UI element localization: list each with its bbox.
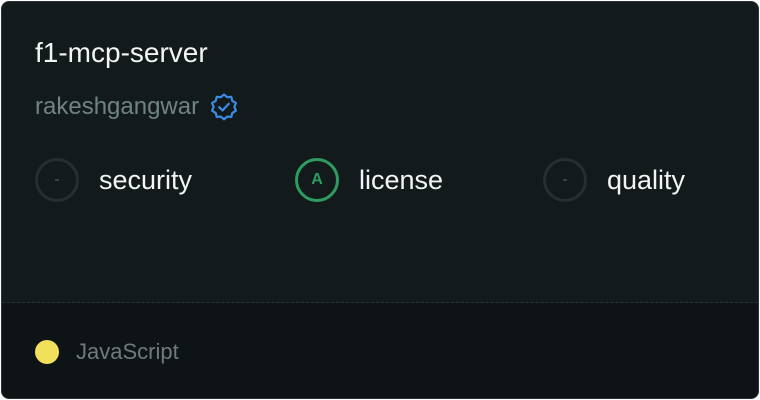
- quality-grade-ring: -: [543, 158, 587, 202]
- license-grade-ring: A: [295, 158, 339, 202]
- score-security: - security: [35, 156, 192, 204]
- card-footer: JavaScript: [2, 303, 758, 398]
- verified-badge-icon: [209, 92, 239, 122]
- owner-row: rakeshgangwar: [35, 90, 239, 124]
- repo-owner[interactable]: rakeshgangwar: [35, 93, 199, 121]
- security-grade-ring: -: [35, 158, 79, 202]
- language-name: JavaScript: [76, 339, 179, 364]
- repo-card[interactable]: f1-mcp-server rakeshgangwar - security A…: [1, 1, 759, 399]
- language-color-dot: [35, 340, 59, 364]
- repo-name[interactable]: f1-mcp-server: [35, 37, 208, 69]
- language-indicator: JavaScript: [35, 339, 179, 365]
- quality-label: quality: [607, 164, 686, 195]
- security-label: security: [99, 164, 193, 195]
- score-quality: - quality: [543, 156, 685, 204]
- license-label: license: [359, 164, 444, 195]
- score-license: A license: [295, 156, 443, 204]
